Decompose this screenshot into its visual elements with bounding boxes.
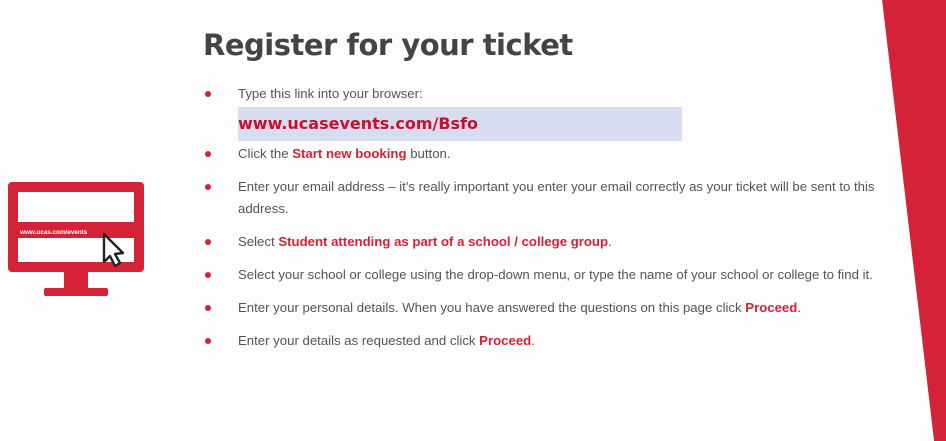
bullet-icon bbox=[205, 305, 211, 311]
step-text: button. bbox=[406, 146, 451, 161]
highlight-text: Proceed bbox=[745, 300, 798, 315]
monitor-url-text: www.ucas.com/events bbox=[20, 229, 88, 236]
bullet-icon bbox=[205, 184, 211, 190]
link-highlight-box: www.ucasevents.com/Bsfo bbox=[238, 107, 682, 141]
highlight-text: Start new booking bbox=[292, 146, 407, 161]
bullet-icon bbox=[205, 272, 211, 278]
registration-steps-list: Type this link into your browser: www.uc… bbox=[205, 83, 885, 363]
bullet-icon bbox=[205, 239, 211, 245]
highlight-text: Proceed bbox=[479, 333, 532, 348]
page-title: Register for your ticket bbox=[203, 28, 573, 62]
step-text: . bbox=[608, 234, 612, 249]
step-text: Select bbox=[238, 234, 279, 249]
bullet-icon bbox=[205, 91, 211, 97]
list-item: Click the Start new booking button. bbox=[205, 143, 885, 165]
booking-link[interactable]: www.ucasevents.com/Bsfo bbox=[238, 114, 478, 133]
step-text: Enter your personal details. When you ha… bbox=[238, 300, 746, 315]
step-text: . bbox=[797, 300, 801, 315]
list-item: Type this link into your browser: www.uc… bbox=[205, 83, 885, 141]
list-item: Enter your email address – it's really i… bbox=[205, 176, 885, 220]
step-text: Type this link into your browser: bbox=[238, 86, 423, 101]
computer-monitor-icon bbox=[8, 182, 144, 296]
list-item: Enter your details as requested and clic… bbox=[205, 330, 885, 352]
list-item: Select Student attending as part of a sc… bbox=[205, 231, 885, 253]
step-text: . bbox=[531, 333, 535, 348]
bullet-icon bbox=[205, 338, 211, 344]
highlight-text: Student attending as part of a school / … bbox=[278, 234, 609, 249]
step-text: Enter your email address – it's really i… bbox=[238, 179, 875, 216]
step-text: Enter your details as requested and clic… bbox=[238, 333, 480, 348]
red-corner-shape bbox=[876, 0, 946, 441]
step-text: Click the bbox=[238, 146, 293, 161]
list-item: Select your school or college using the … bbox=[205, 264, 885, 286]
step-text: Select your school or college using the … bbox=[238, 267, 873, 282]
bullet-icon bbox=[205, 151, 211, 157]
list-item: Enter your personal details. When you ha… bbox=[205, 297, 885, 319]
